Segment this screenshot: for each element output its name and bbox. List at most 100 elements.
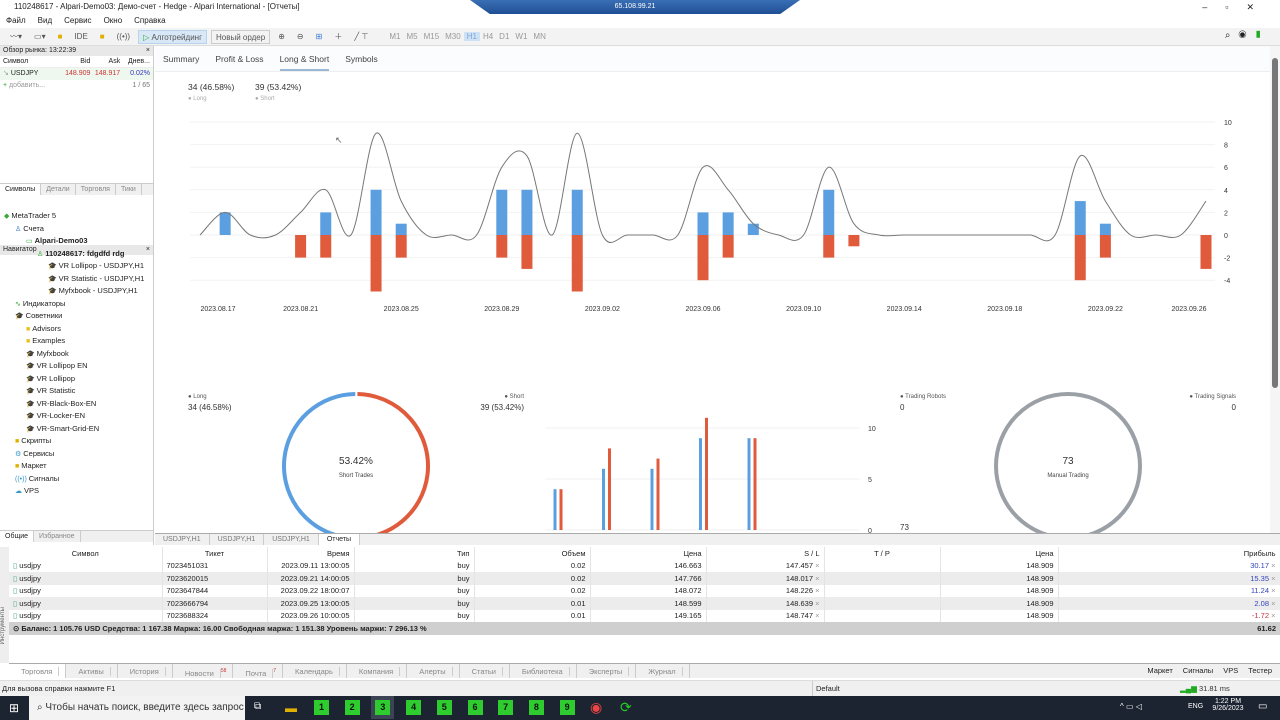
remove-icon[interactable]: × — [813, 561, 819, 570]
taskbar-app-4[interactable]: 4 — [406, 700, 422, 715]
remote-desktop-bar[interactable]: 65.108.99.21 — [470, 0, 800, 14]
terminal-tab[interactable]: Торговля — [9, 664, 67, 678]
remove-icon[interactable]: × — [1269, 586, 1275, 595]
navigator-item[interactable]: 🎓 VR Statistic - USDJPY,H1 — [4, 273, 154, 286]
table-row[interactable]: ▯ usdjpy 7023647844 2023.09.22 18:00:07 buy… — [9, 584, 1280, 597]
column-header[interactable]: Цена — [590, 547, 707, 560]
navigator-item[interactable]: 🎓 Myfxbook — [4, 348, 154, 361]
navigator-item[interactable]: ■ Скрипты — [4, 435, 154, 448]
column-header[interactable]: S / L — [706, 547, 825, 560]
navigator-item[interactable]: ⚙ Сервисы — [4, 448, 154, 461]
market-watch-tab[interactable]: Тики — [116, 184, 142, 195]
timeframe-M5[interactable]: M5 — [403, 32, 420, 41]
chart-tab[interactable]: USDJPY,H1 — [155, 534, 210, 545]
terminal-tab[interactable]: История — [118, 664, 173, 678]
terminal-tab[interactable]: Статьи — [460, 664, 510, 678]
col-bid[interactable]: Bid — [59, 56, 90, 67]
ide-button[interactable]: IDE — [70, 30, 91, 44]
search-icon[interactable]: ⌕◉▮ — [1225, 30, 1270, 41]
navigator-item[interactable]: 🎓 VR-Black-Box-EN — [4, 398, 154, 411]
column-header[interactable]: Цена — [940, 547, 1059, 560]
timeframe-H1[interactable]: H1 — [463, 32, 480, 41]
remove-icon[interactable]: × — [813, 586, 819, 595]
navigator-item[interactable]: ♙ Счета — [4, 223, 154, 236]
navigator-item[interactable]: 🎓 Советники — [4, 310, 154, 323]
column-header[interactable]: Объем — [474, 547, 591, 560]
market-row-usdjpy[interactable]: ↘ USDJPY 148.909 148.917 0.02% — [0, 68, 153, 80]
chrome-icon[interactable]: ◉ — [590, 699, 602, 716]
notifications-icon[interactable]: ▭ — [1258, 701, 1267, 712]
navigator-item[interactable]: ■ Advisors — [4, 323, 154, 336]
templates-icon[interactable]: ▭▾ — [30, 30, 50, 44]
market-watch-tab[interactable]: Символы — [0, 184, 42, 195]
crosshair-icon[interactable]: ＋ — [330, 30, 346, 44]
remove-icon[interactable]: × — [1269, 599, 1275, 608]
column-header[interactable]: Тип — [354, 547, 475, 560]
terminal-tab[interactable]: Календарь — [283, 664, 347, 678]
terminal-link[interactable]: Маркет — [1147, 663, 1172, 678]
navigator-item[interactable]: ☁ VPS — [4, 485, 154, 498]
add-symbol-row[interactable]: + добавить... 1 / 65 — [0, 80, 153, 92]
menu-4[interactable]: Справка — [128, 14, 171, 28]
taskbar-app-2[interactable]: 2 — [344, 700, 360, 715]
navigator-item[interactable]: ◆ MetaTrader 5 — [4, 210, 154, 223]
task-view-icon[interactable]: ⧉ — [254, 701, 261, 712]
timeframe-D1[interactable]: D1 — [496, 32, 512, 41]
signals-icon[interactable]: ((•)) — [113, 30, 134, 44]
taskbar-app-1[interactable]: 1 — [314, 700, 329, 715]
col-daily[interactable]: Днев... — [120, 56, 150, 67]
navigator-item[interactable]: ▭ Alpari-Demo03 — [4, 235, 154, 248]
navigator-item[interactable]: 🎓 VR Lollipop - USDJPY,H1 — [4, 260, 154, 273]
timeframe-H4[interactable]: H4 — [480, 32, 496, 41]
close-icon[interactable]: × — [146, 46, 150, 56]
navigator-item[interactable]: ■ Examples — [4, 335, 154, 348]
chart-tab[interactable]: USDJPY,H1 — [264, 534, 319, 545]
column-header[interactable]: Время — [267, 547, 355, 560]
taskbar-app-6[interactable]: 6 — [467, 700, 483, 715]
market-watch-tab[interactable]: Торговля — [76, 184, 116, 195]
line-tools-icon[interactable]: ╱ ⊤ — [350, 30, 372, 44]
file-explorer-icon[interactable]: ▬ — [285, 701, 297, 715]
toolbox-side-label[interactable]: Инструменты — [0, 607, 9, 644]
chart-tab[interactable]: USDJPY,H1 — [210, 534, 265, 545]
bag-icon[interactable]: ■ — [96, 30, 109, 44]
navigator-item[interactable]: 🎓 Myfxbook - USDJPY,H1 — [4, 285, 154, 298]
taskbar-app-5[interactable]: 5 — [436, 700, 452, 715]
terminal-link[interactable]: Тестер — [1248, 663, 1272, 678]
terminal-tab[interactable]: Журнал — [636, 664, 690, 678]
remove-icon[interactable]: × — [813, 574, 819, 583]
terminal-link[interactable]: VPS — [1223, 663, 1238, 678]
remove-icon[interactable]: × — [1269, 561, 1275, 570]
scrollbar[interactable] — [1270, 46, 1280, 533]
taskbar-app-3[interactable]: 3 — [371, 696, 395, 719]
navigator-item[interactable]: 🎓 VR Statistic — [4, 385, 154, 398]
tray-icons[interactable]: ^ ▭ ◁ — [1120, 702, 1142, 711]
menu-0[interactable]: Файл — [0, 14, 32, 28]
taskbar-app-7[interactable]: 7 — [498, 700, 514, 715]
navigator-item[interactable]: ♙ 110248617: fdgdfd rdg — [4, 248, 154, 261]
zoom-out-icon[interactable]: ⊖ — [293, 30, 308, 44]
column-header[interactable]: Прибыль — [1058, 547, 1280, 560]
terminal-tab[interactable]: Алерты — [407, 664, 460, 678]
timeframe-M30[interactable]: M30 — [442, 32, 464, 41]
table-row[interactable]: ▯ usdjpy 7023688324 2023.09.26 10:00:05 buy… — [9, 609, 1280, 622]
taskbar-search[interactable]: ⌕ Чтобы начать поиск, введите здесь запр… — [29, 696, 245, 720]
navigator-item[interactable]: ∿ Индикаторы — [4, 298, 154, 311]
navigator-item[interactable]: 🎓 VR-Smart-Grid-EN — [4, 423, 154, 436]
windows-start-icon[interactable]: ⊞ — [9, 701, 19, 715]
taskbar-app-8[interactable]: 8 — [528, 700, 544, 715]
column-header[interactable]: Тикет — [162, 547, 268, 560]
metatrader-icon[interactable]: ⟳ — [620, 699, 632, 716]
table-row[interactable]: ▯ usdjpy 7023666794 2023.09.25 13:00:05 buy… — [9, 597, 1280, 610]
navigator-item[interactable]: ■ Маркет — [4, 460, 154, 473]
timeframe-M1[interactable]: M1 — [386, 32, 403, 41]
navigator-item[interactable]: 🎓 VR-Locker-EN — [4, 410, 154, 423]
chart-type-icon[interactable]: 〰▾ — [6, 30, 26, 44]
remove-icon[interactable]: × — [813, 611, 819, 620]
grid-icon[interactable]: ⊞ — [312, 30, 327, 44]
timeframe-W1[interactable]: W1 — [512, 32, 530, 41]
table-row[interactable]: ▯ usdjpy 7023620015 2023.09.21 14:00:05 buy… — [9, 572, 1280, 585]
scrollbar-thumb[interactable] — [1272, 58, 1278, 388]
col-ask[interactable]: Ask — [90, 56, 121, 67]
terminal-tab[interactable]: Почта 7 — [233, 664, 284, 678]
